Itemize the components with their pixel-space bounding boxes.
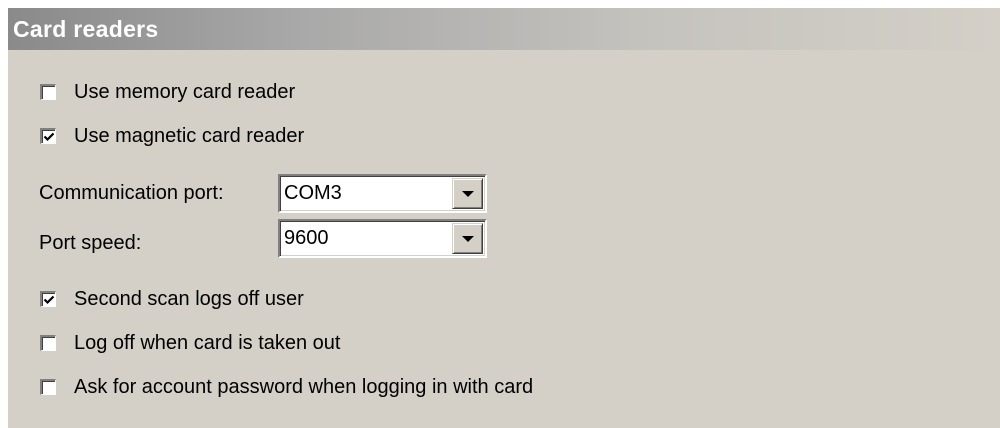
ask-password-checkbox[interactable]	[40, 379, 56, 395]
ask-password-option[interactable]: Ask for account password when logging in…	[40, 374, 533, 400]
ask-password-label: Ask for account password when logging in…	[74, 375, 534, 398]
port-speed-value: 9600	[284, 227, 329, 249]
use-magnetic-card-reader-option[interactable]: Use magnetic card reader	[40, 123, 304, 149]
section-header: Card readers	[8, 8, 1000, 50]
log-off-card-taken-out-option[interactable]: Log off when card is taken out	[40, 330, 340, 356]
port-speed-select[interactable]: 9600	[278, 219, 487, 258]
second-scan-logs-off-option[interactable]: Second scan logs off user	[40, 286, 304, 312]
use-memory-card-reader-label: Use memory card reader	[74, 80, 296, 103]
port-speed-label: Port speed:	[39, 232, 142, 254]
use-magnetic-card-reader-label: Use magnetic card reader	[74, 124, 305, 147]
use-memory-card-reader-option[interactable]: Use memory card reader	[40, 79, 295, 105]
second-scan-logs-off-checkbox[interactable]	[40, 291, 56, 307]
chevron-down-icon	[462, 236, 474, 242]
log-off-card-taken-out-label: Log off when card is taken out	[74, 331, 341, 354]
second-scan-logs-off-label: Second scan logs off user	[74, 287, 304, 310]
chevron-down-icon	[462, 191, 474, 197]
card-readers-panel: Card readers Use memory card reader Use …	[8, 8, 1000, 428]
communication-port-value: COM3	[284, 182, 342, 204]
port-speed-dropdown-button[interactable]	[452, 223, 483, 254]
use-memory-card-reader-checkbox[interactable]	[40, 84, 56, 100]
checkmark-icon	[43, 295, 55, 305]
communication-port-label: Communication port:	[39, 182, 224, 204]
section-title: Card readers	[13, 16, 159, 42]
communication-port-select[interactable]: COM3	[278, 174, 487, 213]
use-magnetic-card-reader-checkbox[interactable]	[40, 128, 56, 144]
communication-port-dropdown-button[interactable]	[452, 178, 483, 209]
log-off-card-taken-out-checkbox[interactable]	[40, 335, 56, 351]
checkmark-icon	[43, 132, 55, 142]
